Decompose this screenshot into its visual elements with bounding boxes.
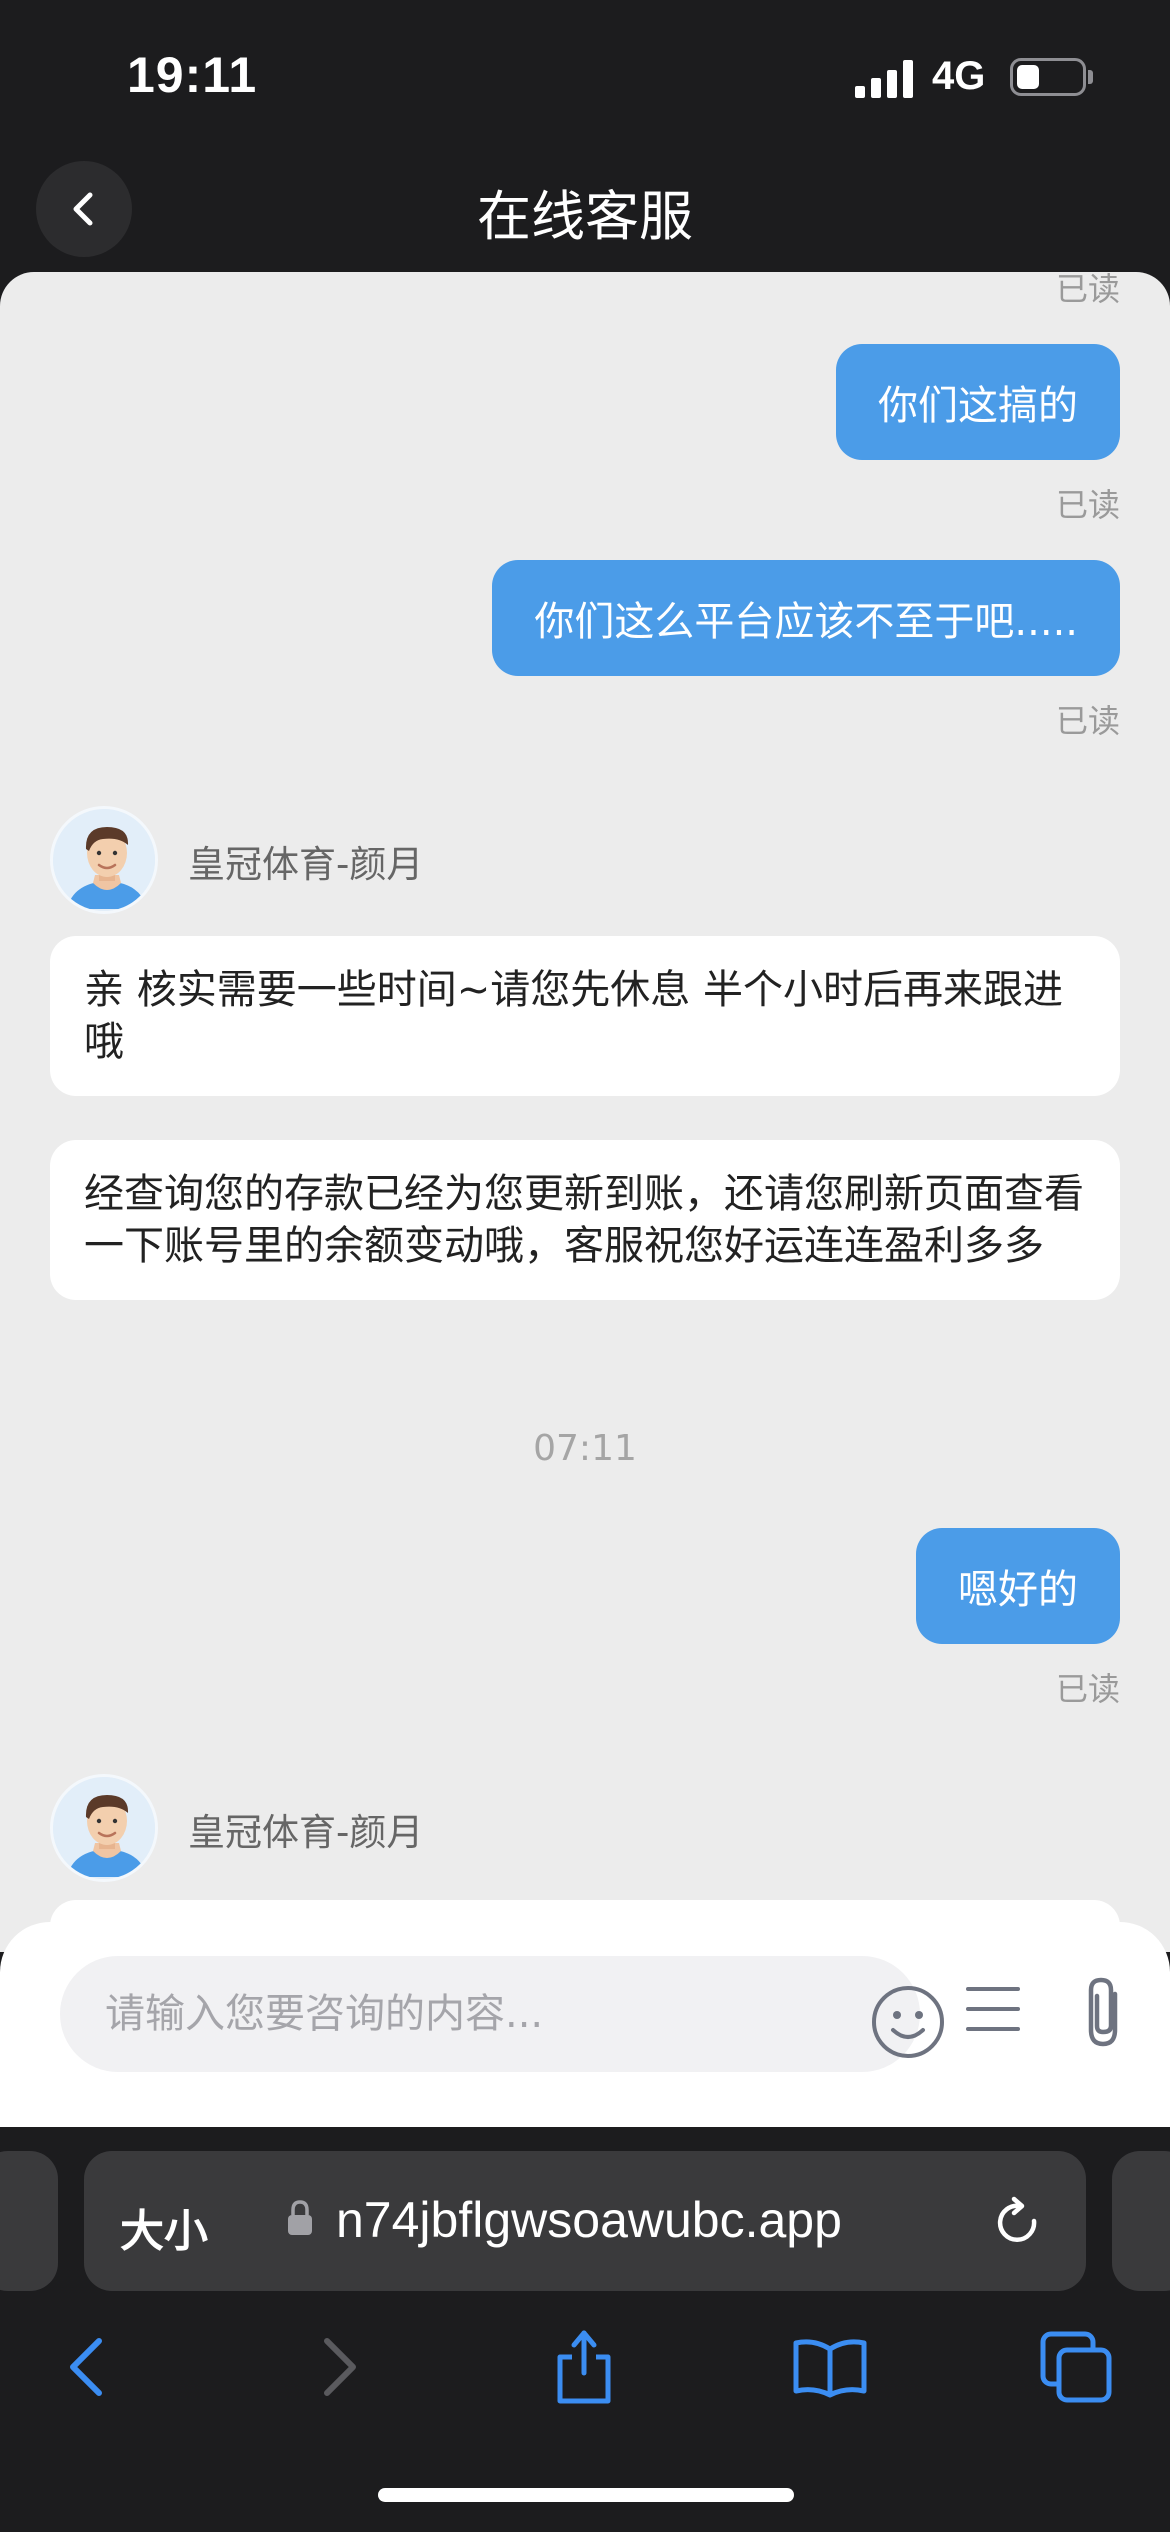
text-size-button[interactable]: 大小	[120, 2195, 208, 2259]
agent-avatar[interactable]	[50, 1774, 158, 1882]
share-icon	[557, 2330, 611, 2404]
nav-bar: 在线客服	[0, 150, 1170, 275]
paperclip-icon[interactable]	[1075, 1974, 1131, 2050]
chevron-left-icon	[70, 2338, 102, 2396]
agent-avatar-icon	[53, 809, 155, 911]
outgoing-message[interactable]: 嗯好的	[916, 1528, 1120, 1644]
chat-messages[interactable]: 已读 你们这搞的 已读 你们这么平台应该不至于吧..... 已读 皇冠体育-颜月…	[0, 272, 1170, 1952]
previous-tab-preview[interactable]	[0, 2151, 58, 2291]
message-timestamp: 07:11	[533, 1428, 637, 1469]
bookmarks-button[interactable]	[790, 2327, 870, 2407]
battery-level-fill	[1017, 65, 1039, 89]
cellular-signal-icon	[855, 60, 915, 98]
read-receipt: 已读	[1055, 1670, 1120, 1708]
share-button[interactable]	[544, 2327, 624, 2407]
lock-icon	[288, 2200, 312, 2235]
incoming-message[interactable]: 经查询您的存款已经为您更新到账，还请您刷新页面查看一下账号里的余额变动哦，客服祝…	[50, 1140, 1120, 1300]
status-bar: 19:11 4G	[0, 0, 1170, 150]
status-time: 19:11	[127, 47, 258, 103]
message-composer	[0, 1922, 1170, 2127]
message-input-wrapper	[60, 1956, 944, 2072]
address-bar[interactable]: 大小 n74jbflgwsoawubc.app	[84, 2151, 1086, 2291]
battery-cap	[1088, 70, 1093, 84]
agent-avatar[interactable]	[50, 806, 158, 914]
agent-name: 皇冠体育-颜月	[188, 843, 424, 886]
outgoing-message[interactable]: 你们这搞的	[836, 344, 1120, 460]
read-receipt: 已读	[1055, 272, 1120, 308]
message-input[interactable]	[105, 1956, 805, 2072]
browser-forward-button[interactable]	[300, 2327, 380, 2407]
network-type: 4G	[932, 54, 986, 98]
emoji-icon[interactable]	[870, 1984, 946, 2060]
home-indicator[interactable]	[378, 2488, 794, 2502]
chevron-right-icon	[324, 2338, 356, 2396]
tabs-button[interactable]	[1036, 2327, 1116, 2407]
next-tab-preview[interactable]	[1112, 2151, 1170, 2291]
incoming-message[interactable]: 亲 核实需要一些时间~请您先休息 半个小时后再来跟进哦	[50, 936, 1120, 1096]
book-icon	[793, 2339, 867, 2398]
browser-back-button[interactable]	[46, 2327, 126, 2407]
battery-icon	[1010, 58, 1086, 96]
browser-chrome: 大小 n74jbflgwsoawubc.app	[0, 2127, 1170, 2532]
page-title: 在线客服	[477, 185, 693, 248]
agent-name: 皇冠体育-颜月	[188, 1811, 424, 1854]
menu-icon[interactable]	[965, 1984, 1021, 2034]
outgoing-message[interactable]: 你们这么平台应该不至于吧.....	[492, 560, 1120, 676]
agent-avatar-icon	[53, 1777, 155, 1879]
reload-icon[interactable]	[990, 2195, 1046, 2251]
read-receipt: 已读	[1055, 702, 1120, 740]
tabs-icon	[1040, 2331, 1112, 2403]
read-receipt: 已读	[1055, 486, 1120, 524]
url-text[interactable]: n74jbflgwsoawubc.app	[336, 2191, 842, 2249]
